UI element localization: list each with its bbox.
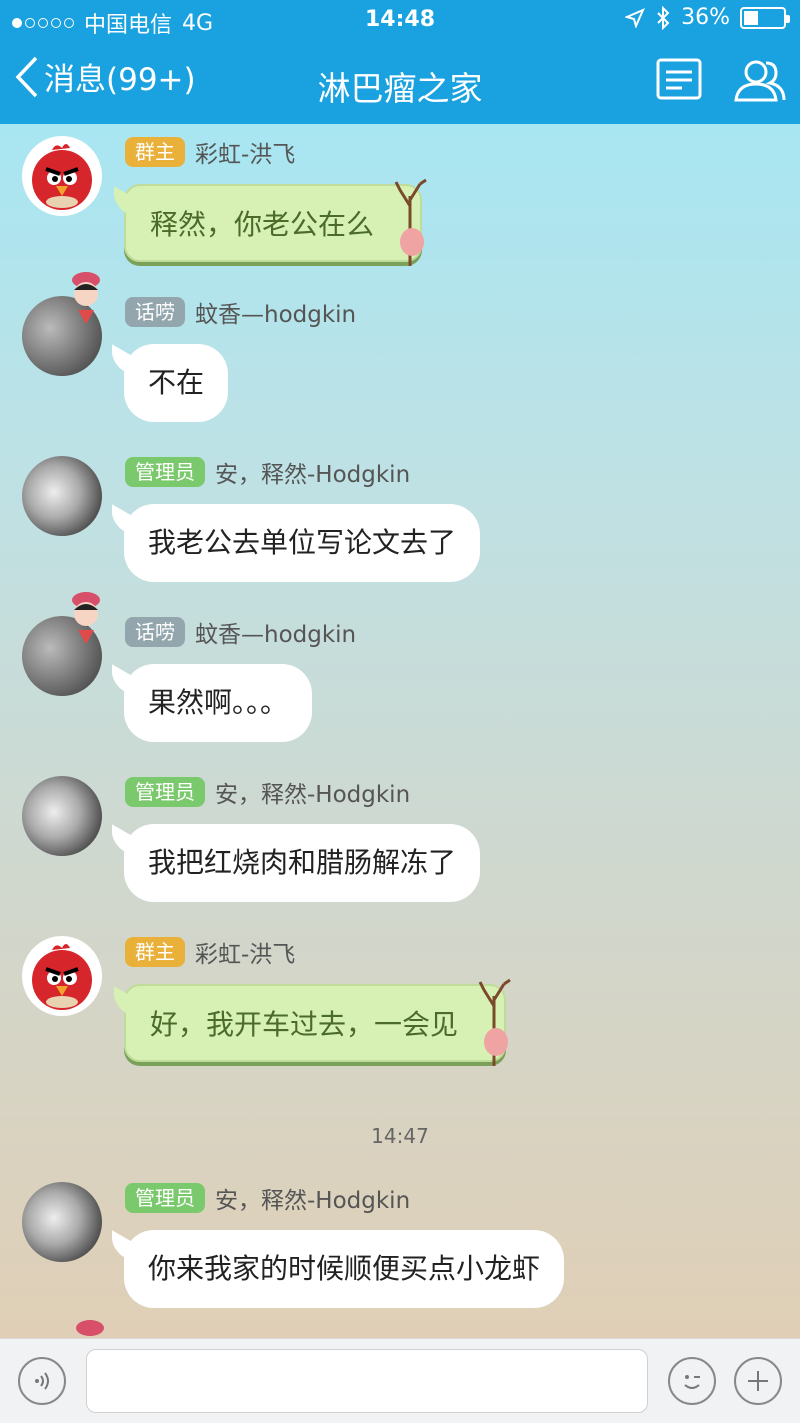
avatar[interactable] bbox=[22, 936, 102, 1016]
message-meta: 管理员 安，释然-Hodgkin bbox=[125, 776, 410, 808]
message-bubble[interactable]: 你来我家的时候顺便买点小龙虾 bbox=[124, 1230, 565, 1308]
group-notice-button[interactable] bbox=[656, 58, 702, 104]
sender-name: 蚊香—hodgkin bbox=[195, 302, 357, 328]
message-text: 我老公去单位写论文去了 bbox=[148, 526, 457, 559]
location-icon bbox=[625, 7, 646, 28]
status-right: 36% bbox=[625, 5, 790, 30]
members-icon bbox=[734, 60, 786, 102]
message-meta: 话唠 蚊香—hodgkin bbox=[125, 616, 356, 648]
message-text: 你来我家的时候顺便买点小龙虾 bbox=[148, 1252, 541, 1285]
angry-bird-icon bbox=[32, 144, 92, 210]
message-text: 果然啊。。。 bbox=[148, 686, 289, 719]
sender-name: 安，释然-Hodgkin bbox=[215, 782, 411, 808]
sender-name: 彩虹-洪飞 bbox=[195, 942, 296, 968]
message-text: 我把红烧肉和腊肠解冻了 bbox=[148, 846, 457, 879]
group-members-button[interactable] bbox=[732, 58, 788, 106]
avatar[interactable] bbox=[22, 456, 102, 536]
message-text: 不在 bbox=[148, 366, 205, 399]
bluetooth-icon bbox=[657, 5, 670, 30]
sender-name: 安，释然-Hodgkin bbox=[215, 1188, 411, 1214]
avatar[interactable] bbox=[22, 776, 102, 856]
chat-area[interactable]: 群主 彩虹-洪飞 释然，你老公在么 话唠 蚊香—hodgkin 不在 管理员 安… bbox=[0, 124, 800, 1338]
status-bar: 中国电信 4G 14:48 36% bbox=[0, 0, 800, 40]
avatar-pendant-icon bbox=[76, 1320, 104, 1336]
plus-icon bbox=[748, 1371, 768, 1391]
sender-name: 彩虹-洪飞 bbox=[195, 142, 296, 168]
role-badge: 管理员 bbox=[125, 1183, 205, 1213]
plus-button[interactable] bbox=[734, 1357, 782, 1405]
nav-bar: 消息(99+) 淋巴瘤之家 bbox=[0, 40, 800, 124]
sender-name: 安，释然-Hodgkin bbox=[215, 462, 411, 488]
role-badge: 话唠 bbox=[125, 297, 185, 327]
message-meta: 群主 彩虹-洪飞 bbox=[125, 136, 295, 168]
message-bubble[interactable]: 我把红烧肉和腊肠解冻了 bbox=[124, 824, 481, 902]
avatar[interactable] bbox=[22, 1182, 102, 1262]
message-bubble[interactable]: 果然啊。。。 bbox=[124, 664, 313, 742]
emoji-button[interactable] bbox=[668, 1357, 716, 1405]
message-meta: 群主 彩虹-洪飞 bbox=[125, 936, 295, 968]
message-text: 释然，你老公在么 bbox=[150, 208, 375, 241]
time-separator: 14:47 bbox=[371, 1124, 429, 1148]
message-meta: 管理员 安，释然-Hodgkin bbox=[125, 1182, 410, 1214]
battery-percent: 36% bbox=[681, 5, 730, 30]
role-badge: 管理员 bbox=[125, 777, 205, 807]
input-bar bbox=[0, 1338, 800, 1423]
role-badge: 群主 bbox=[125, 937, 185, 967]
angry-bird-icon bbox=[32, 944, 92, 1010]
message-bubble[interactable]: 释然，你老公在么 bbox=[124, 178, 427, 266]
message-input[interactable] bbox=[86, 1349, 648, 1413]
message-text: 好，我开车过去，一会见 bbox=[150, 1008, 459, 1041]
message-meta: 话唠 蚊香—hodgkin bbox=[125, 296, 356, 328]
bubble-decoration-icon bbox=[478, 978, 511, 1066]
message-bubble[interactable]: 我老公去单位写论文去了 bbox=[124, 504, 481, 582]
battery-icon bbox=[740, 6, 790, 29]
sender-name: 蚊香—hodgkin bbox=[195, 622, 357, 648]
voice-icon bbox=[35, 1372, 49, 1390]
bubble-decoration-icon bbox=[394, 178, 427, 266]
message-bubble[interactable]: 不在 bbox=[124, 344, 229, 422]
avatar-pendant-icon bbox=[72, 272, 100, 324]
avatar-pendant-icon bbox=[72, 592, 100, 644]
message-meta: 管理员 安，释然-Hodgkin bbox=[125, 456, 410, 488]
message-bubble[interactable]: 好，我开车过去，一会见 bbox=[124, 978, 511, 1066]
avatar[interactable] bbox=[22, 136, 102, 216]
role-badge: 群主 bbox=[125, 137, 185, 167]
emoji-icon bbox=[684, 1375, 700, 1389]
role-badge: 话唠 bbox=[125, 617, 185, 647]
voice-button[interactable] bbox=[18, 1357, 66, 1405]
notice-icon bbox=[656, 58, 702, 100]
role-badge: 管理员 bbox=[125, 457, 205, 487]
